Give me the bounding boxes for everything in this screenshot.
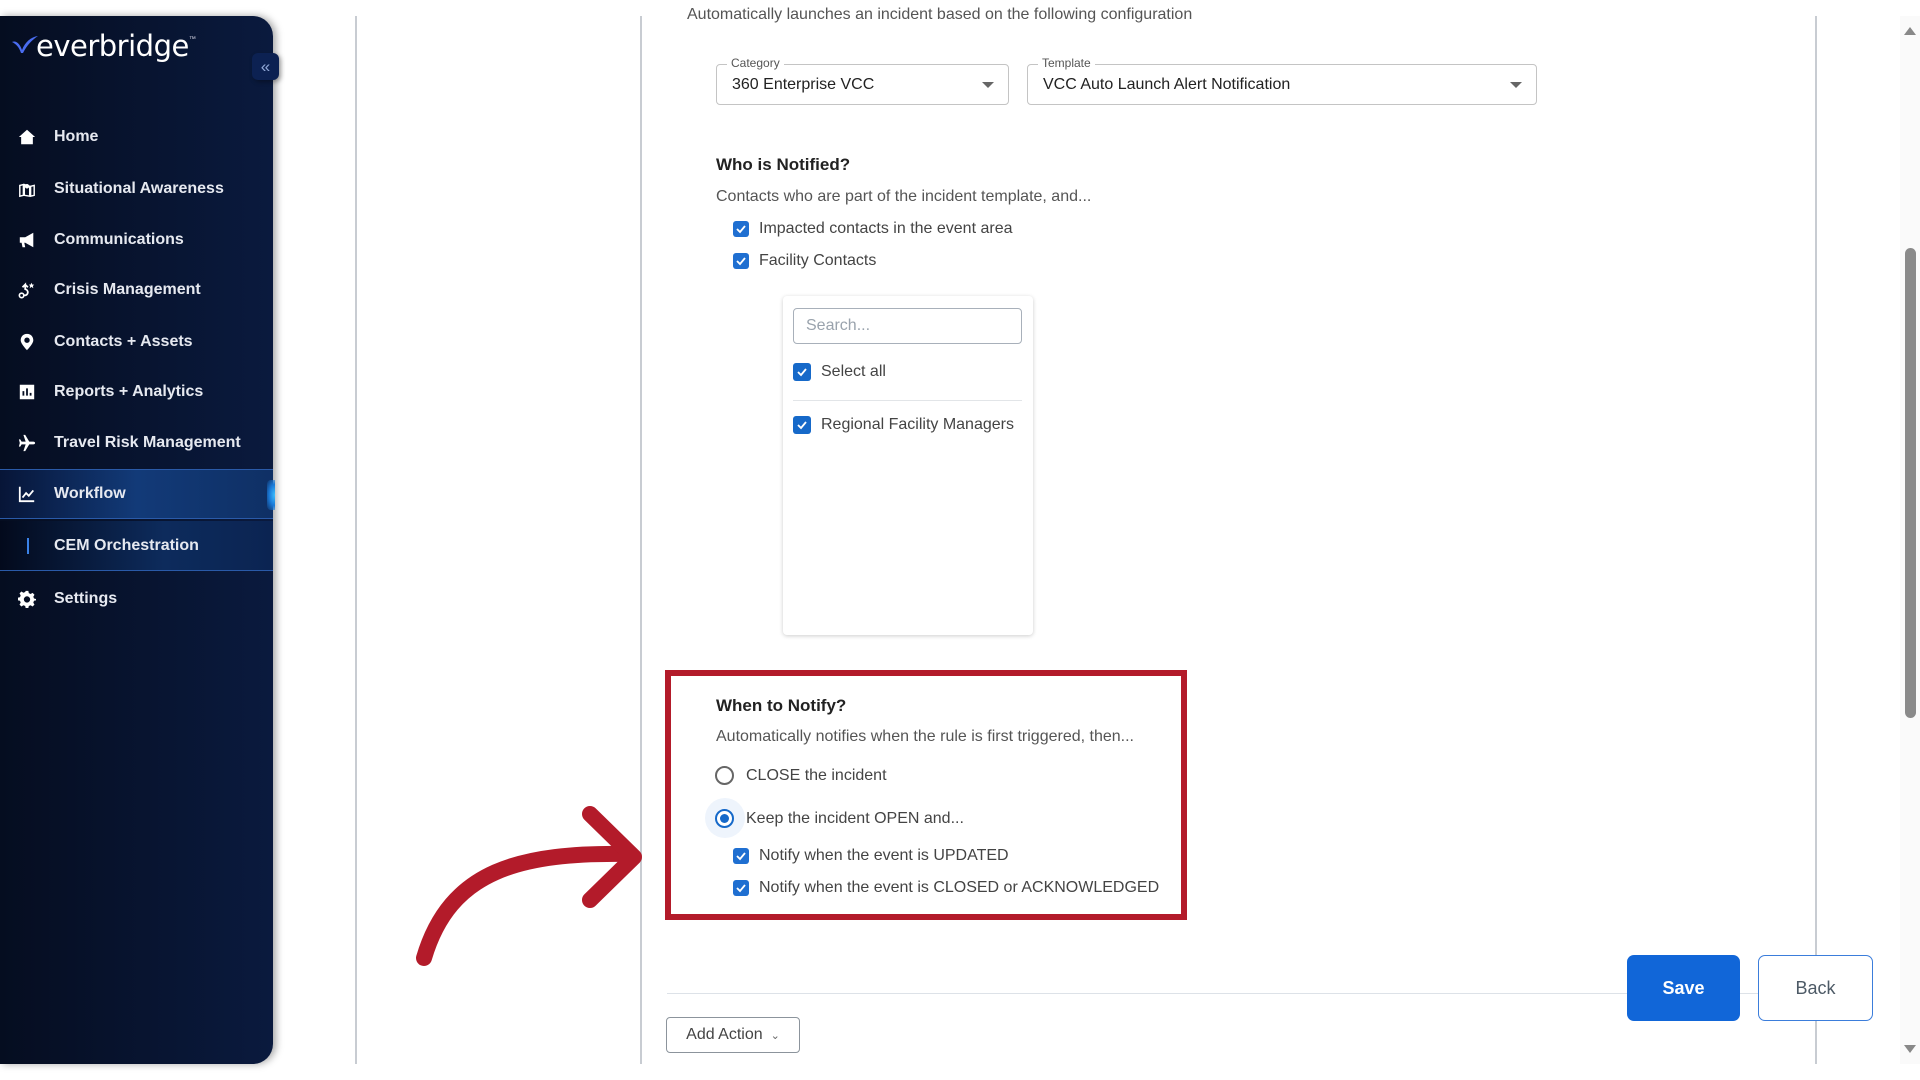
- map-icon: [17, 179, 37, 199]
- sidebar-item-travel-risk-management[interactable]: Travel Risk Management: [0, 418, 273, 468]
- home-icon: [17, 127, 37, 147]
- sidebar-item-label: Reports + Analytics: [54, 383, 204, 400]
- notify-closed-checkbox[interactable]: Notify when the event is CLOSED or ACKNO…: [733, 879, 1159, 897]
- close-incident-radio[interactable]: CLOSE the incident: [715, 766, 887, 785]
- location-pin-icon: [17, 332, 37, 352]
- back-button[interactable]: Back: [1758, 955, 1873, 1021]
- add-action-label: Add Action: [686, 1026, 763, 1043]
- add-action-button[interactable]: Add Action ⌄: [666, 1017, 800, 1053]
- template-select[interactable]: Template VCC Auto Launch Alert Notificat…: [1027, 56, 1537, 105]
- sidebar-item-label: Crisis Management: [54, 281, 201, 298]
- sidebar-item-label: CEM Orchestration: [54, 536, 199, 554]
- line-chart-icon: [17, 484, 37, 504]
- megaphone-icon: [17, 230, 37, 250]
- radio-label: Keep the incident OPEN and...: [746, 809, 964, 827]
- annotation-arrow-icon: [416, 806, 642, 966]
- sidebar-item-reports-analytics[interactable]: Reports + Analytics: [0, 367, 273, 417]
- checkbox-checked-icon: [733, 848, 749, 864]
- who-notified-subtitle: Contacts who are part of the incident te…: [716, 188, 1092, 205]
- sidebar-item-communications[interactable]: Communications: [0, 215, 273, 265]
- when-notify-title: When to Notify?: [716, 696, 847, 715]
- radio-label: CLOSE the incident: [746, 766, 887, 784]
- sidebar-item-label: Settings: [54, 590, 118, 607]
- route-icon: [17, 280, 37, 300]
- when-notify-subtitle: Automatically notifies when the rule is …: [716, 728, 1134, 745]
- checkbox-label: Notify when the event is CLOSED or ACKNO…: [759, 879, 1160, 896]
- impacted-contacts-checkbox[interactable]: Impacted contacts in the event area: [733, 220, 1012, 238]
- category-select[interactable]: Category 360 Enterprise VCC: [716, 56, 1009, 105]
- sidebar-item-workflow[interactable]: Workflow: [0, 469, 275, 519]
- double-chevron-left-icon: «: [260, 57, 271, 76]
- dropdown-arrow-icon: [1510, 82, 1522, 88]
- scroll-up-arrow-icon[interactable]: [1904, 27, 1916, 35]
- sidebar-item-label: Contacts + Assets: [54, 333, 193, 350]
- active-indicator: [27, 537, 29, 554]
- page-divider-left: [355, 16, 357, 1064]
- sidebar: everbridge ™ Home Situational Awareness …: [0, 16, 275, 1064]
- checkbox-checked-icon: [793, 363, 811, 381]
- content-divider-right: [1815, 16, 1817, 1064]
- radio-checked-icon: [715, 809, 734, 828]
- checkbox-label: Facility Contacts: [759, 252, 877, 269]
- gear-icon: [17, 589, 37, 609]
- scroll-down-arrow-icon[interactable]: [1904, 1045, 1916, 1053]
- checkbox-label: Regional Facility Managers: [821, 416, 1014, 433]
- sidebar-item-label: Communications: [54, 231, 184, 248]
- checkbox-checked-icon: [733, 221, 749, 237]
- collapse-sidebar-button[interactable]: «: [252, 53, 279, 80]
- select-all-checkbox[interactable]: Select all: [793, 363, 886, 381]
- facility-contacts-panel: Select all Regional Facility Managers: [783, 296, 1033, 635]
- sidebar-item-label: Workflow: [54, 485, 126, 502]
- checkbox-label: Select all: [821, 363, 886, 380]
- panel-divider: [793, 400, 1022, 401]
- template-label: Template: [1038, 56, 1095, 70]
- everbridge-logo[interactable]: everbridge ™: [10, 26, 196, 66]
- category-label: Category: [727, 56, 784, 70]
- sidebar-item-crisis-management[interactable]: Crisis Management: [0, 265, 273, 315]
- template-value: VCC Auto Launch Alert Notification: [1043, 76, 1291, 93]
- sidebar-item-cem-orchestration[interactable]: CEM Orchestration: [0, 521, 273, 571]
- keep-open-radio[interactable]: Keep the incident OPEN and...: [715, 809, 964, 828]
- bar-chart-icon: [17, 382, 37, 402]
- sidebar-item-situational-awareness[interactable]: Situational Awareness: [0, 164, 273, 214]
- footer-divider: [667, 993, 1628, 994]
- facility-contacts-checkbox[interactable]: Facility Contacts: [733, 252, 876, 270]
- facility-group-checkbox[interactable]: Regional Facility Managers: [793, 416, 1014, 434]
- radio-unchecked-icon: [715, 766, 734, 785]
- scrollbar-thumb[interactable]: [1905, 248, 1916, 718]
- facility-search-input[interactable]: [793, 308, 1022, 344]
- checkbox-checked-icon: [733, 880, 749, 896]
- logo-text: everbridge: [36, 29, 189, 63]
- checkbox-label: Impacted contacts in the event area: [759, 220, 1013, 237]
- sidebar-item-settings[interactable]: Settings: [0, 574, 273, 624]
- dropdown-arrow-icon: [982, 82, 994, 88]
- checkbox-label: Notify when the event is UPDATED: [759, 847, 1009, 864]
- checkbox-checked-icon: [793, 416, 811, 434]
- action-description: Automatically launches an incident based…: [687, 6, 1193, 23]
- checkbox-checked-icon: [733, 253, 749, 269]
- footer-divider-segment: [1740, 993, 1758, 994]
- chevron-down-icon: ⌄: [770, 1029, 780, 1042]
- notify-updated-checkbox[interactable]: Notify when the event is UPDATED: [733, 847, 1009, 865]
- who-notified-title: Who is Notified?: [716, 155, 851, 174]
- save-button[interactable]: Save: [1627, 955, 1740, 1021]
- sidebar-item-home[interactable]: Home: [0, 112, 273, 162]
- airplane-icon: [17, 433, 37, 453]
- logo-trademark: ™: [188, 36, 196, 43]
- sidebar-item-label: Home: [54, 128, 99, 145]
- sidebar-item-label: Situational Awareness: [54, 180, 224, 197]
- sidebar-item-contacts-assets[interactable]: Contacts + Assets: [0, 317, 273, 367]
- sidebar-item-label: Travel Risk Management: [54, 434, 241, 451]
- category-value: 360 Enterprise VCC: [732, 76, 875, 93]
